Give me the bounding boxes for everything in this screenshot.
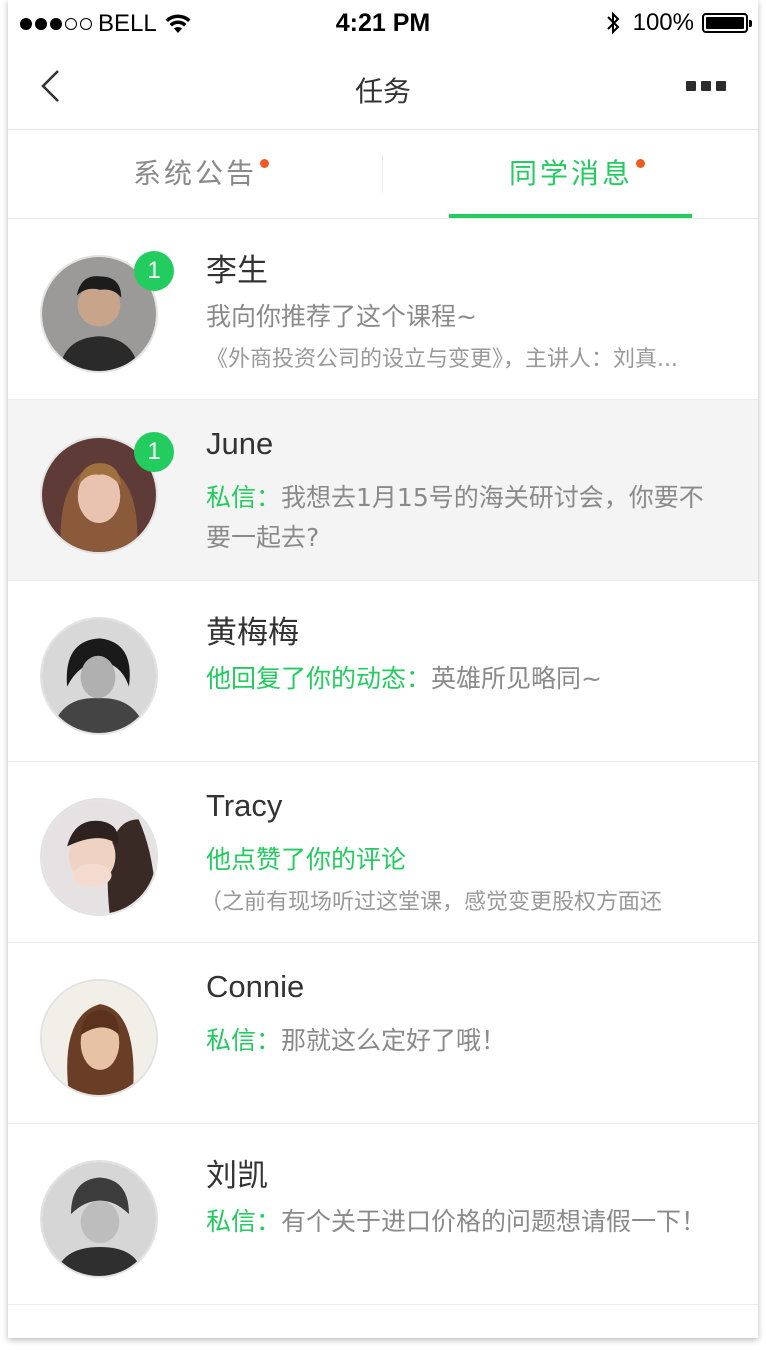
message-type-label: 他点赞了你的评论	[206, 845, 407, 874]
sender-name: 黄梅梅	[206, 615, 299, 650]
avatar	[40, 617, 158, 735]
bluetooth-icon	[606, 11, 620, 35]
message-preview: 私信：我想去1月15号的海关研讨会，你要不要一起去?	[206, 478, 726, 558]
phone-screen: BELL 4:21 PM 100% 任务 系统公告 同学消息 1 李生 我向你推…	[8, 0, 758, 1338]
tab-label: 同学消息	[508, 157, 633, 190]
message-type-label: 私信：	[206, 483, 282, 512]
active-tab-indicator	[449, 214, 692, 218]
more-options-icon[interactable]	[686, 81, 726, 91]
status-bar: BELL 4:21 PM 100%	[8, 0, 758, 46]
page-title: 任务	[354, 75, 411, 108]
battery-percent: 100%	[632, 9, 694, 36]
battery-icon	[702, 13, 752, 33]
list-item[interactable]: 1 June 私信：我想去1月15号的海关研讨会，你要不要一起去?	[8, 400, 758, 581]
avatar	[40, 1160, 158, 1278]
message-list: 1 李生 我向你推荐了这个课程~ 《外商投资公司的设立与变更》，主讲人：刘真..…	[8, 219, 758, 1305]
avatar	[40, 979, 158, 1097]
message-detail: 《外商投资公司的设立与变更》，主讲人：刘真...	[206, 347, 678, 372]
status-right: 100%	[605, 9, 752, 37]
message-text: 我想去1月15号的海关研讨会，你要不要一起去?	[206, 483, 704, 552]
message-type-label: 他回复了你的动态：	[206, 664, 432, 693]
message-type-label: 私信：	[206, 1207, 282, 1236]
message-preview: 私信：那就这么定好了哦！	[206, 1021, 506, 1057]
list-item[interactable]: Tracy 他点赞了你的评论 （之前有现场听过这堂课，感觉变更股权方面还	[8, 762, 758, 943]
nav-bar: 任务	[8, 46, 758, 130]
sender-name: 李生	[206, 253, 268, 288]
quoted-comment: （之前有现场听过这堂课，感觉变更股权方面还	[200, 890, 663, 915]
list-item[interactable]: 1 李生 我向你推荐了这个课程~ 《外商投资公司的设立与变更》，主讲人：刘真..…	[8, 219, 758, 400]
sender-name: Connie	[206, 969, 305, 1004]
tab-bar: 系统公告 同学消息	[8, 131, 758, 219]
list-item[interactable]: 刘凯 私信：有个关于进口价格的问题想请假一下！	[8, 1124, 758, 1305]
tab-divider	[382, 155, 383, 193]
tab-classmate-messages[interactable]: 同学消息	[384, 131, 758, 219]
message-preview: 他点赞了你的评论	[206, 840, 406, 876]
message-preview: 私信：有个关于进口价格的问题想请假一下！	[206, 1202, 726, 1242]
tab-label: 系统公告	[132, 157, 257, 190]
message-preview: 我向你推荐了这个课程~	[206, 302, 477, 331]
unread-dot	[260, 159, 269, 168]
unread-count-badge: 1	[134, 251, 174, 291]
message-preview: 他回复了你的动态：英雄所见略同~	[206, 659, 602, 695]
message-text: 那就这么定好了哦！	[281, 1026, 507, 1055]
unread-dot	[636, 159, 645, 168]
list-item[interactable]: Connie 私信：那就这么定好了哦！	[8, 943, 758, 1124]
sender-name: Tracy	[206, 788, 283, 823]
tab-system-notices[interactable]: 系统公告	[8, 131, 382, 219]
list-item[interactable]: 黄梅梅 他回复了你的动态：英雄所见略同~	[8, 581, 758, 762]
message-type-label: 私信：	[206, 1026, 282, 1055]
sender-name: 刘凯	[206, 1158, 268, 1193]
message-text: 有个关于进口价格的问题想请假一下！	[281, 1207, 707, 1236]
unread-count-badge: 1	[134, 432, 174, 472]
avatar	[40, 798, 158, 916]
message-text: 英雄所见略同~	[431, 664, 602, 693]
sender-name: June	[206, 426, 274, 461]
